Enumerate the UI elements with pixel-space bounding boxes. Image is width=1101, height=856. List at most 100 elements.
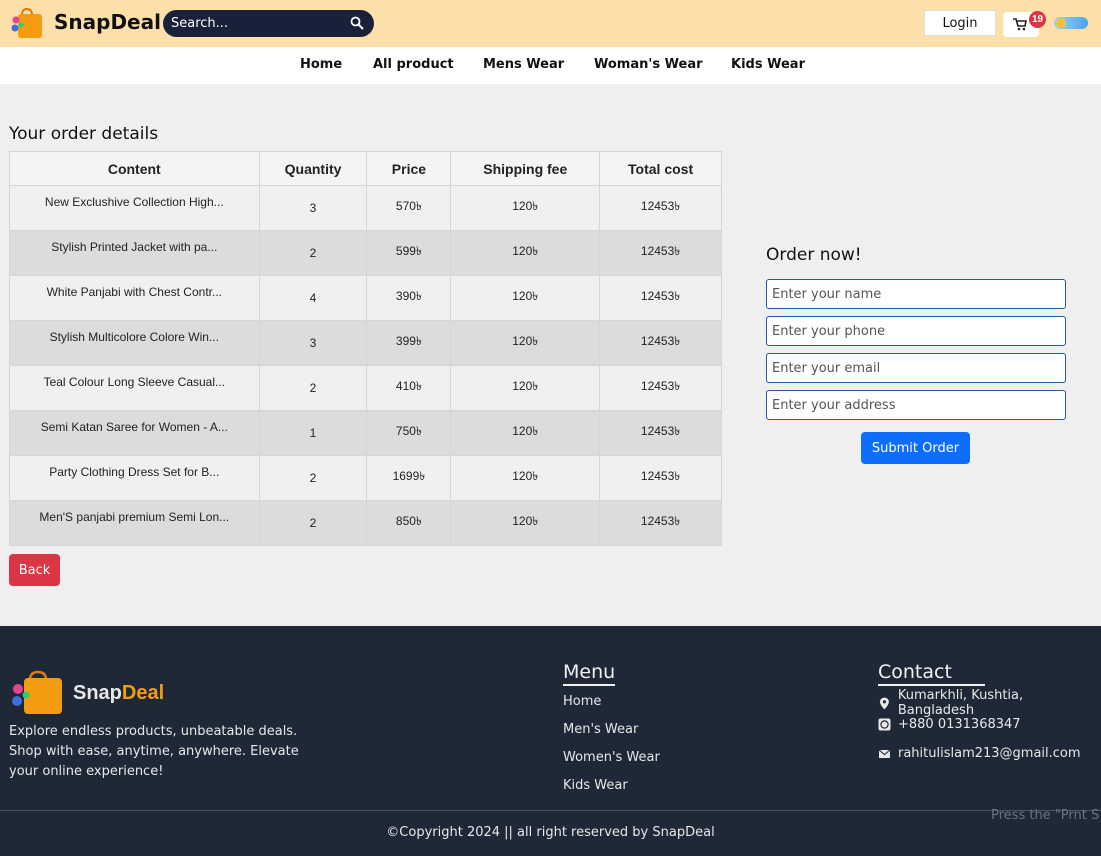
table-row: Semi Katan Saree for Women - A... 1 750৳… (9, 410, 722, 456)
cell-shipping: 120৳ (450, 455, 601, 501)
toggle-knob (1056, 18, 1066, 28)
footer-brand-snap: Snap (73, 682, 122, 704)
footer-address: Kumarkhli, Kushtia, Bangladesh (878, 688, 1101, 718)
main-nav: Home All product Mens Wear Woman's Wear … (0, 47, 1101, 84)
order-table: Content Quantity Price Shipping fee Tota… (9, 151, 722, 546)
cell-total: 12453৳ (599, 230, 722, 276)
cell-price: 399৳ (366, 320, 452, 366)
footer-menu-womens-wear[interactable]: Women's Wear (563, 750, 660, 765)
cell-price: 599৳ (366, 230, 452, 276)
footer-divider (0, 810, 1101, 811)
screenshot-watermark: Press the "Prnt S screenshot (991, 808, 1101, 823)
cell-quantity: 2 (258, 500, 368, 546)
cell-shipping: 120৳ (450, 275, 601, 321)
cell-total: 12453৳ (599, 185, 722, 231)
cell-quantity: 3 (258, 185, 368, 231)
footer-menu-heading: Menu (563, 661, 616, 686)
cell-quantity: 2 (258, 365, 368, 411)
footer: SnapDeal Explore endless products, unbea… (0, 626, 1101, 856)
footer-address-text: Kumarkhli, Kushtia, Bangladesh (897, 688, 1024, 718)
cell-price: 1699৳ (366, 455, 452, 501)
nav-item-home[interactable]: Home (300, 57, 342, 72)
column-header-content: Content (9, 151, 260, 186)
cell-quantity: 4 (258, 275, 368, 321)
header: SnapDeal Login 19 (0, 0, 1101, 47)
footer-brand: SnapDeal (73, 682, 164, 705)
cell-total: 12453৳ (599, 275, 722, 321)
email-field[interactable] (766, 353, 1066, 383)
cell-quantity: 3 (258, 320, 368, 366)
nav-item-kids-wear[interactable]: Kids Wear (731, 57, 805, 72)
cell-content: Men'S panjabi premium Semi Lon... (9, 500, 260, 546)
footer-brand-deal: Deal (121, 682, 165, 704)
cell-quantity: 2 (258, 230, 368, 276)
address-field[interactable] (766, 390, 1066, 420)
cell-shipping: 120৳ (450, 410, 601, 456)
cell-total: 12453৳ (599, 365, 722, 411)
cell-price: 570৳ (366, 185, 452, 231)
cart-count-badge: 19 (1029, 11, 1046, 28)
cell-price: 390৳ (366, 275, 452, 321)
theme-toggle-icon[interactable] (1054, 17, 1088, 29)
nav-item-all-product[interactable]: All product (373, 57, 454, 72)
order-form-title: Order now! (766, 245, 862, 265)
footer-phone-text: +880 0131368347 (898, 717, 1021, 732)
footer-contact-heading: Contact (878, 661, 985, 686)
footer-description: Explore endless products, unbeatable dea… (9, 724, 299, 779)
cell-price: 410৳ (366, 365, 452, 411)
cell-content: Stylish Printed Jacket with pa... (9, 230, 260, 276)
cell-shipping: 120৳ (450, 185, 601, 231)
cell-shipping: 120৳ (450, 365, 601, 411)
table-row: White Panjabi with Chest Contr... 4 390৳… (9, 275, 722, 321)
footer-email: rahitulislam213@gmail.com (878, 746, 1081, 761)
cell-quantity: 1 (258, 410, 368, 456)
cell-content: White Panjabi with Chest Contr... (9, 275, 260, 321)
location-icon (879, 697, 889, 709)
footer-menu-kids-wear[interactable]: Kids Wear (563, 778, 628, 793)
whatsapp-icon (878, 718, 891, 731)
search-icon[interactable] (350, 16, 364, 30)
footer-email-text: rahitulislam213@gmail.com (898, 746, 1081, 761)
back-button[interactable]: Back (9, 554, 60, 586)
nav-item-womans-wear[interactable]: Woman's Wear (594, 57, 703, 72)
cell-content: Party Clothing Dress Set for B... (9, 455, 260, 501)
cart-icon (1013, 18, 1027, 31)
table-row: Party Clothing Dress Set for B... 2 1699… (9, 455, 722, 501)
table-header-row: Content Quantity Price Shipping fee Tota… (9, 151, 722, 186)
shopping-bag-logo-icon (12, 670, 62, 714)
cell-shipping: 120৳ (450, 230, 601, 276)
cell-total: 12453৳ (599, 410, 722, 456)
cell-shipping: 120৳ (450, 500, 601, 546)
cell-shipping: 120৳ (450, 320, 601, 366)
table-row: Teal Colour Long Sleeve Casual... 2 410৳… (9, 365, 722, 411)
table-row: Stylish Printed Jacket with pa... 2 599৳… (9, 230, 722, 276)
cell-content: New Exclushive Collection High... (9, 185, 260, 231)
footer-menu-home[interactable]: Home (563, 694, 601, 709)
footer-menu-mens-wear[interactable]: Men's Wear (563, 722, 638, 737)
mail-icon (878, 749, 891, 758)
shopping-bag-logo-icon[interactable] (10, 6, 44, 40)
cell-price: 850৳ (366, 500, 452, 546)
cell-content: Teal Colour Long Sleeve Casual... (9, 365, 260, 411)
column-header-shipping: Shipping fee (450, 151, 601, 186)
login-button[interactable]: Login (924, 10, 996, 36)
cell-content: Stylish Multicolore Colore Win... (9, 320, 260, 366)
submit-order-button[interactable]: Submit Order (861, 432, 970, 464)
cell-content: Semi Katan Saree for Women - A... (9, 410, 260, 456)
cell-price: 750৳ (366, 410, 452, 456)
name-field[interactable] (766, 279, 1066, 309)
cell-quantity: 2 (258, 455, 368, 501)
column-header-quantity: Quantity (258, 151, 368, 186)
table-row: New Exclushive Collection High... 3 570৳… (9, 185, 722, 231)
footer-copyright: ©Copyright 2024 || all right reserved by… (386, 825, 715, 840)
table-row: Men'S panjabi premium Semi Lon... 2 850৳… (9, 500, 722, 546)
order-details-title: Your order details (9, 124, 159, 144)
search-bar (163, 10, 374, 37)
search-input[interactable] (171, 14, 341, 33)
phone-field[interactable] (766, 316, 1066, 346)
table-row: Stylish Multicolore Colore Win... 3 399৳… (9, 320, 722, 366)
nav-item-mens-wear[interactable]: Mens Wear (483, 57, 564, 72)
cell-total: 12453৳ (599, 455, 722, 501)
brand-name[interactable]: SnapDeal (54, 10, 161, 34)
cell-total: 12453৳ (599, 320, 722, 366)
